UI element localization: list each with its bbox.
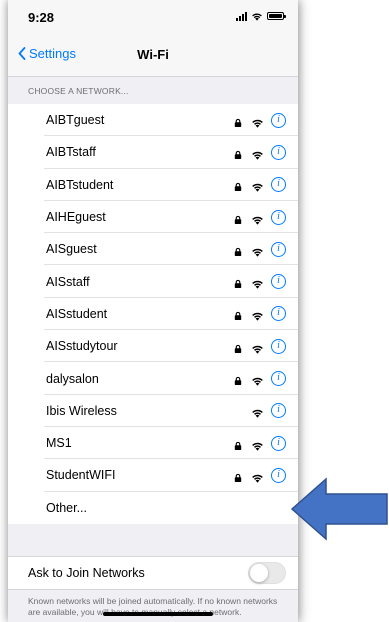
other-network-row[interactable]: Other... [8, 492, 298, 524]
network-name: AIBTstaff [46, 145, 96, 160]
network-status-icons: i [234, 144, 286, 160]
lock-icon [234, 341, 244, 353]
wifi-signal-icon [251, 308, 264, 322]
network-row[interactable]: AIBTstaff i [8, 136, 298, 169]
lock-icon [234, 373, 244, 386]
info-icon[interactable]: i [271, 435, 286, 451]
network-status-icons: i [234, 306, 286, 322]
network-list: AIBTguest i AIBTstaff i AIBTstudent i AIHEgues… [8, 104, 298, 524]
wifi-signal-icon [251, 179, 264, 192]
info-icon[interactable]: i [271, 177, 286, 193]
lock-icon [234, 470, 244, 482]
info-icon[interactable]: i [271, 403, 286, 419]
network-status-icons: i [234, 274, 286, 290]
page-title: Wi-Fi [137, 47, 169, 62]
toggle-knob [250, 564, 268, 582]
ask-to-join-row: Ask to Join Networks [8, 556, 298, 590]
ask-to-join-toggle[interactable] [248, 562, 286, 584]
network-name: AISstudent [46, 306, 108, 321]
wifi-signal-icon [251, 405, 264, 418]
network-name: AIBTstudent [46, 177, 114, 192]
info-icon[interactable]: i [271, 371, 286, 387]
network-name: AISstudytour [46, 339, 118, 354]
network-status-icons: i [234, 435, 286, 451]
network-status-icons: i [234, 371, 286, 387]
wifi-signal-icon [251, 212, 264, 225]
status-icons [236, 11, 286, 21]
ask-to-join-label: Ask to Join Networks [28, 566, 145, 580]
info-icon[interactable]: i [271, 112, 286, 128]
wifi-signal-icon [251, 244, 264, 257]
network-status-icons: i [234, 241, 286, 257]
lock-icon [234, 308, 244, 321]
network-name: AIHEguest [46, 210, 106, 225]
section-header: CHOOSE A NETWORK... [28, 86, 129, 96]
info-icon[interactable]: i [271, 241, 286, 257]
navigation-bar: Settings Wi-Fi [8, 34, 298, 77]
lock-icon [234, 179, 244, 192]
lock-icon [234, 212, 244, 224]
network-status-icons: i [251, 403, 286, 419]
network-name: AISstaff [46, 274, 90, 289]
battery-icon [267, 12, 286, 20]
network-status-icons: i [234, 338, 286, 354]
cellular-signal-icon [236, 11, 247, 21]
network-row[interactable]: Ibis Wireless i [8, 395, 298, 428]
network-row[interactable]: StudentWIFI i [8, 459, 298, 492]
network-name: dalysalon [46, 371, 99, 386]
network-status-icons: i [234, 177, 286, 193]
lock-icon [234, 115, 244, 127]
info-icon[interactable]: i [271, 209, 286, 225]
status-bar: 9:28 [8, 0, 298, 34]
network-status-icons: i [234, 112, 286, 128]
network-name: StudentWIFI [46, 468, 116, 483]
back-label: Settings [29, 46, 76, 61]
network-status-icons: i [234, 209, 286, 225]
back-button[interactable]: Settings [18, 46, 76, 61]
network-name: MS1 [46, 436, 72, 451]
wifi-signal-icon [251, 147, 264, 160]
lock-icon [234, 244, 244, 256]
network-status-icons: i [234, 467, 286, 483]
info-icon[interactable]: i [271, 144, 286, 160]
wifi-signal-icon [251, 373, 264, 386]
network-row[interactable]: dalysalon i [8, 362, 298, 395]
network-row[interactable]: AIHEguest i [8, 201, 298, 234]
phone-screen: 9:28 Settings Wi-Fi CHOOSE A NETWORK... … [8, 0, 298, 622]
lock-icon [234, 438, 244, 450]
network-row[interactable]: AISstudent i [8, 298, 298, 331]
other-network-label: Other... [46, 500, 87, 515]
wifi-signal-icon [251, 470, 264, 483]
wifi-status-icon [252, 12, 262, 21]
info-icon[interactable]: i [271, 467, 286, 483]
network-row[interactable]: MS1 i [8, 427, 298, 460]
home-indicator [103, 612, 213, 616]
wifi-signal-icon [251, 276, 264, 289]
network-row[interactable]: AISguest i [8, 233, 298, 266]
network-row[interactable]: AISstaff i [8, 265, 298, 299]
wifi-signal-icon [251, 438, 264, 451]
annotation-arrow [290, 477, 388, 541]
lock-icon [234, 147, 244, 159]
network-name: Ibis Wireless [46, 403, 117, 418]
status-time: 9:28 [28, 10, 55, 25]
wifi-signal-icon [251, 115, 264, 128]
info-icon[interactable]: i [271, 338, 286, 354]
network-row[interactable]: AISstudytour i [8, 330, 298, 363]
chevron-left-icon [18, 47, 26, 60]
lock-icon [234, 276, 244, 289]
network-row[interactable]: AIBTguest i [8, 104, 298, 137]
info-icon[interactable]: i [271, 306, 286, 322]
info-icon[interactable]: i [271, 274, 286, 290]
network-name: AISguest [46, 242, 97, 257]
wifi-signal-icon [251, 341, 264, 354]
network-name: AIBTguest [46, 113, 105, 128]
network-row[interactable]: AIBTstudent i [8, 169, 298, 202]
